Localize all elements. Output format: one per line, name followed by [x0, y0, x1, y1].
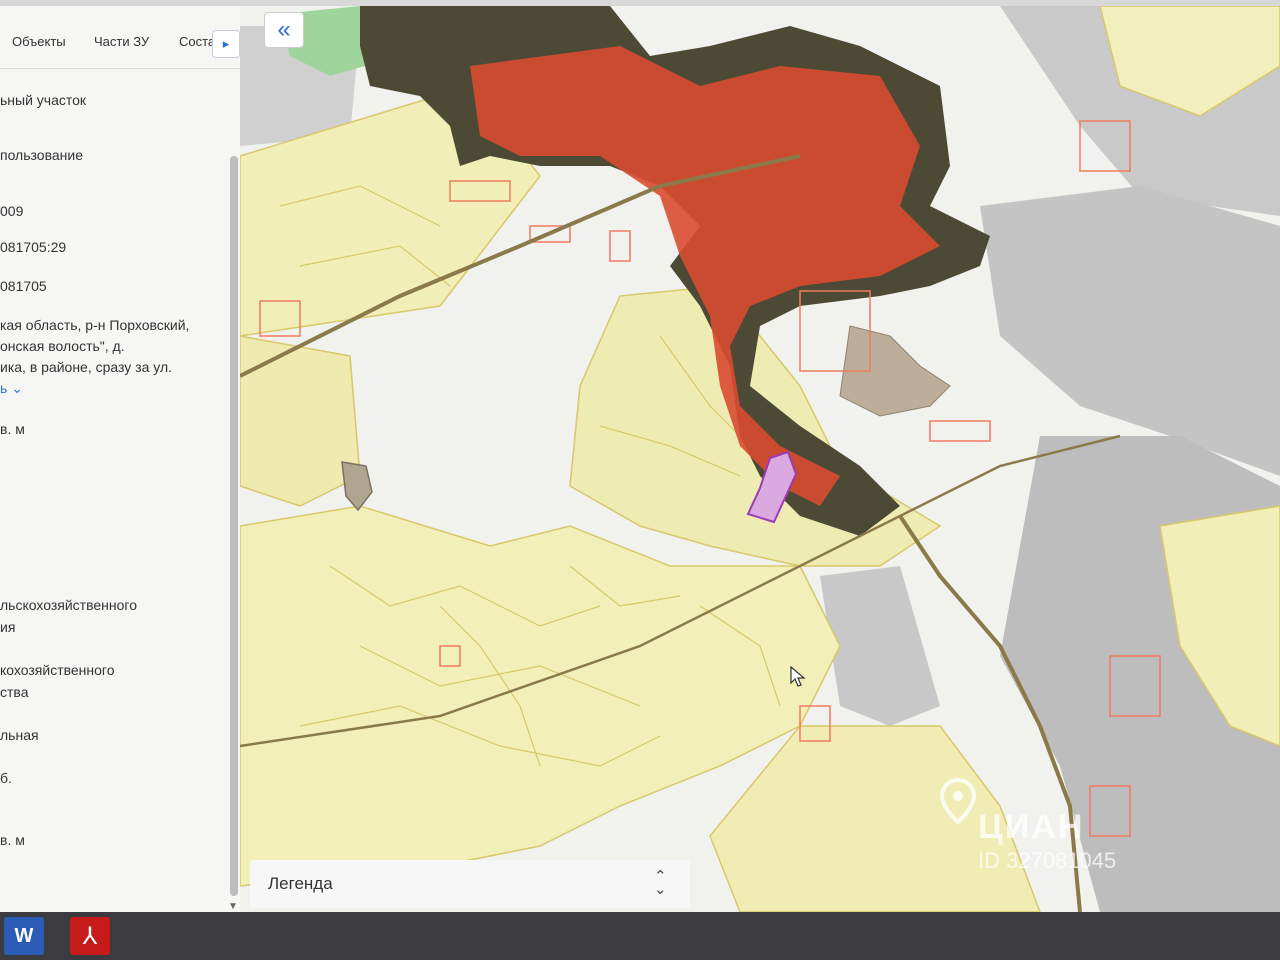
scroll-down-icon[interactable]: ▼: [228, 901, 238, 912]
word-app-icon[interactable]: W: [4, 917, 44, 955]
legend-expand-icon[interactable]: ⌃ ⌄: [654, 869, 667, 897]
date-value: 009: [0, 203, 24, 219]
map-parcels-w: [240, 335, 361, 507]
usage-line-2: ства: [0, 684, 29, 700]
legend-bar[interactable]: Легенда ⌃ ⌄: [250, 860, 690, 908]
category-line-1: льскохозяйственного: [0, 597, 137, 613]
map-canvas[interactable]: [240, 6, 1280, 912]
tab-land-parts[interactable]: Части ЗУ: [94, 34, 149, 49]
map-pin-icon: [940, 778, 976, 825]
usage-line-1: кохозяйственного: [0, 662, 115, 678]
map-gray-zone-e: [980, 186, 1280, 476]
taskbar: W ⅄: [0, 912, 1280, 960]
collapse-panel-button[interactable]: «: [264, 12, 304, 48]
watermark-id: ID 327081045: [978, 848, 1117, 873]
panel-scrollbar[interactable]: [230, 156, 238, 896]
show-more-label: ь: [0, 380, 8, 396]
form-value: льная: [0, 727, 39, 743]
property-type-value: ьный участок: [0, 92, 87, 108]
legend-label: Легенда: [268, 874, 333, 893]
pdf-app-icon[interactable]: ⅄: [70, 917, 110, 955]
area-value: в. м: [0, 421, 25, 437]
tab-objects[interactable]: Объекты: [12, 34, 66, 49]
cost-value: б.: [0, 770, 12, 786]
cadastral-number-value: 081705:29: [0, 239, 67, 255]
address-line-2: онская волость", д.: [0, 338, 125, 354]
tab-composition[interactable]: Соста: [179, 34, 215, 49]
panel-tabs: Объекты Части ЗУ Соста ▸: [0, 6, 240, 69]
address-line-1: кая область, р-н Порховский,: [0, 317, 190, 333]
declared-area-value: в. м: [0, 832, 25, 848]
info-panel: Объекты Части ЗУ Соста ▸ ьный участок по…: [0, 6, 241, 912]
ownership-value: пользование: [0, 147, 83, 163]
tabs-scroll-right-button[interactable]: ▸: [212, 30, 240, 58]
mouse-cursor-icon: [790, 666, 806, 687]
cadastral-quarter-value: 081705: [0, 278, 47, 294]
chevron-down-icon: ⌄: [11, 380, 23, 396]
cadastral-map[interactable]: ЦИАН ID 327081045: [240, 6, 1280, 912]
show-more-link[interactable]: ь ⌄: [0, 378, 230, 399]
watermark-brand: ЦИАН: [978, 808, 1085, 846]
map-brown-zone-1: [341, 461, 373, 512]
address-line-3: ика, в районе, сразу за ул.: [0, 359, 173, 375]
category-line-2: ия: [0, 619, 16, 635]
